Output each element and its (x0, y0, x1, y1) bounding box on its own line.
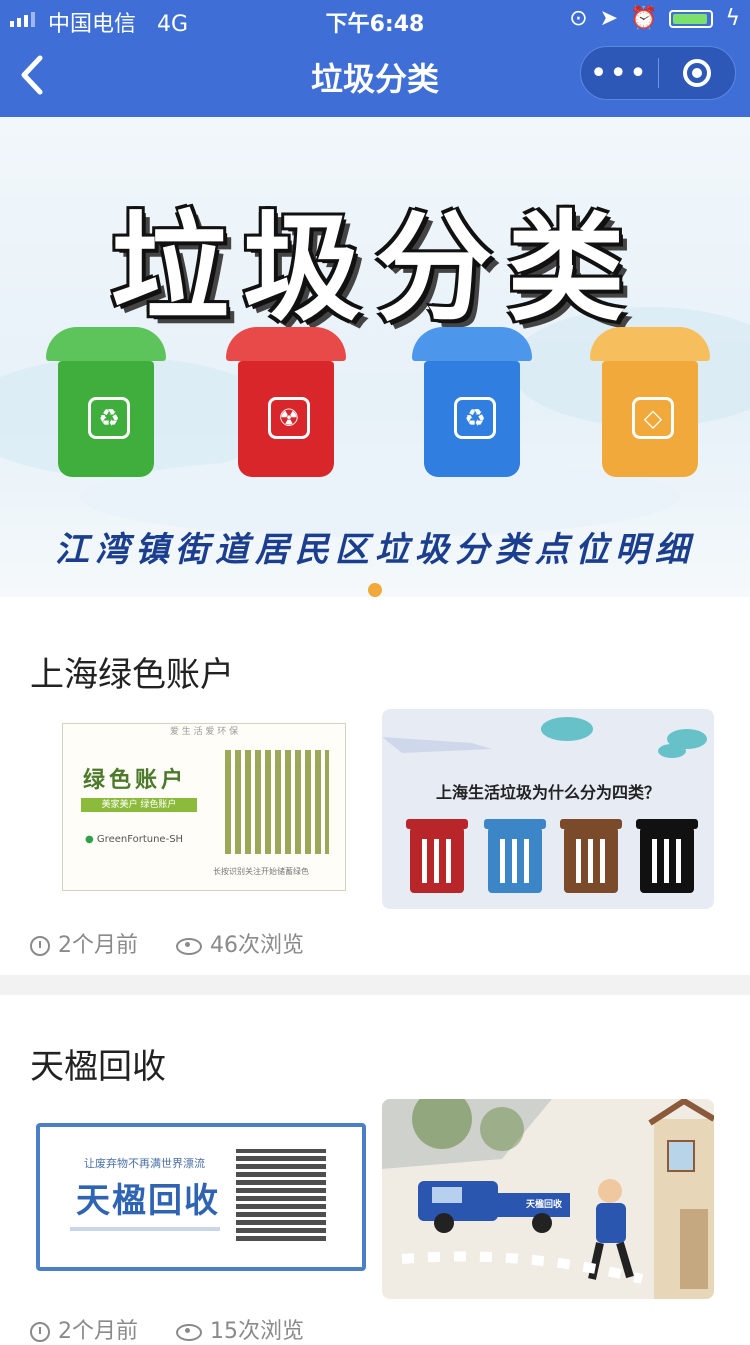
card-top-text: 爱 生 活 爱 环 保 (169, 727, 239, 737)
recycle-icon: ♻ (454, 397, 496, 439)
card-heading: 上海生活垃圾为什么分为四类？ (435, 783, 660, 802)
section-tianying-recycle: 天楹回收 让废弃物不再满世界漂流 天楹回收 天楹回收 2个月前 15次浏览 (0, 995, 750, 1344)
article-card-tianying[interactable]: 让废弃物不再满世界漂流 天楹回收 (36, 1123, 366, 1271)
other-waste-icon: ◇ (632, 397, 674, 439)
section-divider (0, 975, 750, 995)
article-card-truck[interactable]: 天楹回收 (382, 1099, 714, 1299)
more-icon: ••• (589, 55, 649, 91)
blue-bin: ♻ (412, 327, 532, 477)
close-mini-program-button[interactable] (659, 59, 736, 87)
alarm-icon: ⏰ (630, 6, 658, 31)
view-count: 15次浏览 (210, 1319, 304, 1344)
banner-title: 垃圾分类 (110, 199, 639, 337)
wechat-icon: ● (85, 834, 94, 845)
section-green-account: 上海绿色账户 爱 生 活 爱 环 保 绿色账户 美家美户 绿色账户 ● Gree… (0, 597, 750, 975)
qr-code (225, 750, 329, 854)
nav-bar: 垃圾分类 ••• (0, 38, 750, 117)
card-brand: GreenFortune-SH (96, 834, 184, 845)
clock-icon (30, 1322, 50, 1342)
card-top-text: 让废弃物不再满世界漂流 (84, 1157, 205, 1170)
red-bin: ☢ (226, 327, 346, 477)
truck-label: 天楹回收 (526, 1200, 563, 1210)
orange-bin: ◇ (590, 327, 710, 477)
article-meta: 2个月前 15次浏览 (30, 1313, 304, 1345)
section-title: 天楹回收 (30, 1047, 166, 1087)
target-icon (682, 59, 711, 87)
eye-icon (176, 1323, 202, 1341)
banner-carousel[interactable]: 垃圾分类 ♻ ☢ ♻ ◇ 江湾镇街道居民区垃圾分类点位明细 (0, 117, 750, 597)
section-title: 上海绿色账户 (30, 655, 234, 695)
eye-icon (176, 937, 202, 955)
carousel-indicator[interactable] (368, 583, 382, 597)
kitchen-waste-icon: ♻ (88, 397, 130, 439)
top-bar: 中国电信 4G 下午6:48 ⊙ ➤ ⏰ ϟ 垃圾分类 ••• (0, 0, 750, 117)
lock-rotation-icon: ⊙ (569, 6, 588, 31)
view-count: 46次浏览 (210, 933, 304, 958)
article-card-green-account[interactable]: 爱 生 活 爱 环 保 绿色账户 美家美户 绿色账户 ● GreenFortun… (46, 709, 378, 909)
article-meta: 2个月前 46次浏览 (30, 927, 304, 959)
green-bin: ♻ (46, 327, 166, 477)
hazard-icon: ☢ (268, 397, 310, 439)
post-time: 2个月前 (58, 933, 138, 958)
clock-icon (30, 936, 50, 956)
card-tagline: 美家美户 绿色账户 (81, 798, 197, 812)
qr-caption: 长按识别关注开始储蓄绿色 (213, 867, 309, 876)
status-bar: 中国电信 4G 下午6:48 ⊙ ➤ ⏰ ϟ (0, 0, 750, 38)
charging-icon: ϟ (725, 6, 740, 31)
four-bins-illustration (406, 819, 698, 893)
card-heading: 天楹回收 (76, 1181, 220, 1221)
location-icon: ➤ (599, 6, 619, 31)
more-button[interactable]: ••• (581, 56, 658, 91)
mini-program-capsule: ••• (580, 46, 736, 100)
post-time: 2个月前 (58, 1319, 138, 1344)
bins-illustration: ♻ ☢ ♻ ◇ (0, 327, 750, 497)
article-card-four-categories[interactable]: 上海生活垃圾为什么分为四类？ (382, 709, 714, 909)
battery-icon (669, 9, 714, 28)
banner-subtitle: 江湾镇街道居民区垃圾分类点位明细 (55, 530, 695, 570)
qr-code (236, 1149, 326, 1241)
card-heading: 绿色账户 (83, 768, 188, 793)
status-icons: ⊙ ➤ ⏰ ϟ (569, 6, 740, 31)
